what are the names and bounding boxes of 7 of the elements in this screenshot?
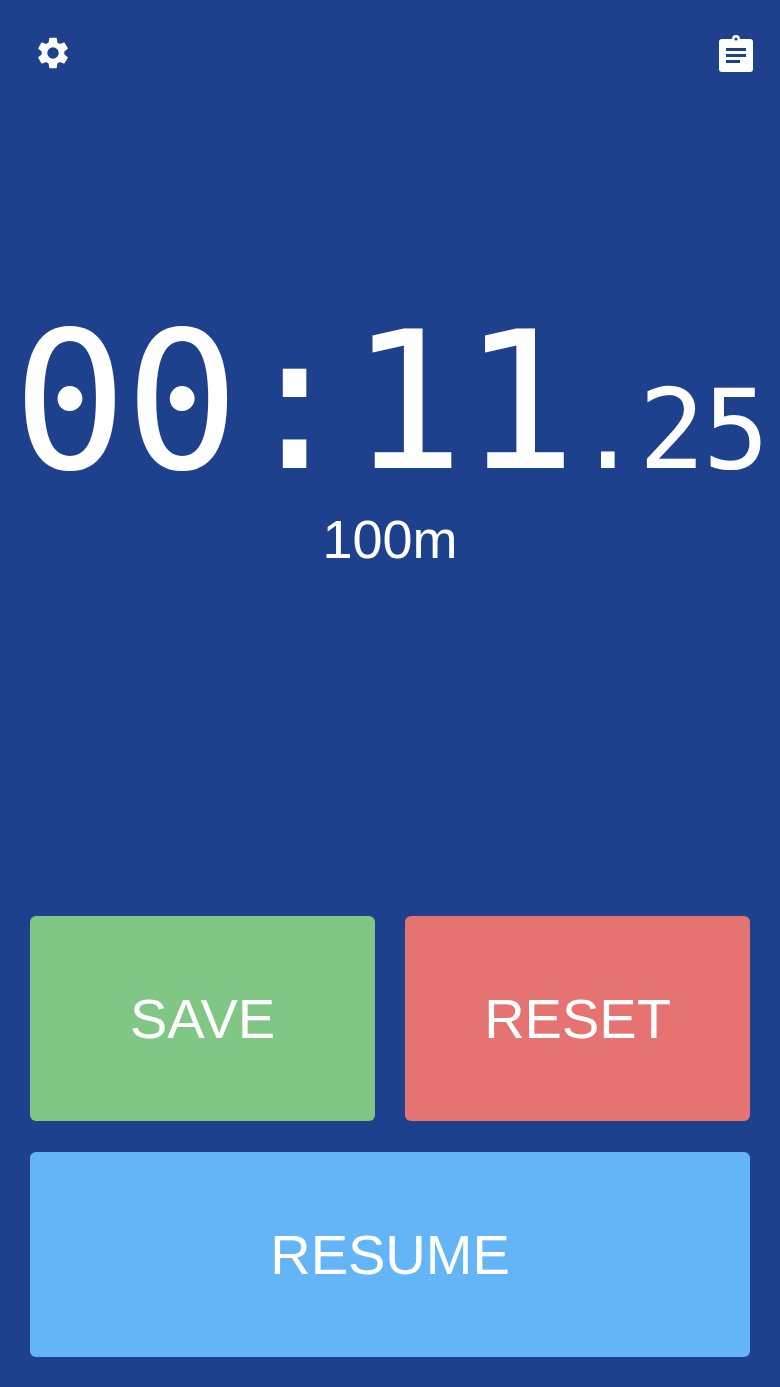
elapsed-fraction: .25 <box>574 375 768 485</box>
distance-label: 100m <box>321 508 459 570</box>
elapsed-time: 00:11 <box>12 308 575 498</box>
resume-button[interactable]: RESUME <box>30 1152 750 1357</box>
save-button[interactable]: SAVE <box>30 916 375 1121</box>
reset-button[interactable]: RESET <box>405 916 750 1121</box>
clipboard-icon[interactable] <box>718 34 754 72</box>
